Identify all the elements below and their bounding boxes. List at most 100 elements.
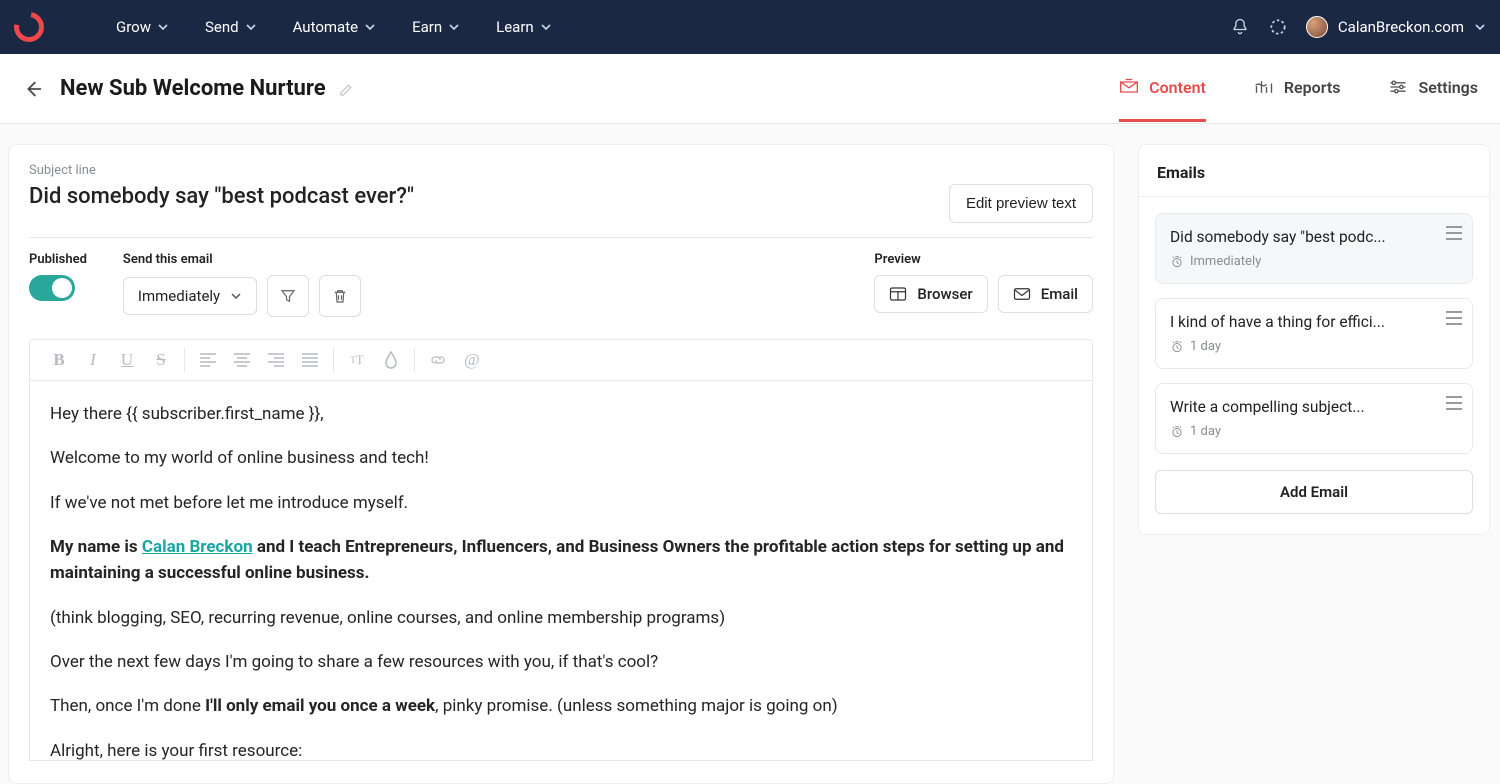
account-menu[interactable]: CalanBreckon.com xyxy=(1306,16,1486,38)
strike-button[interactable]: S xyxy=(146,345,176,375)
avatar xyxy=(1306,16,1328,38)
link-button[interactable] xyxy=(423,345,453,375)
body-paragraph: Alright, here is your first resource: xyxy=(50,738,1072,761)
clock-icon xyxy=(1170,255,1184,269)
nav-label: Learn xyxy=(496,18,534,36)
nav-right: CalanBreckon.com xyxy=(1230,16,1486,38)
reports-icon xyxy=(1254,78,1274,96)
align-center-icon xyxy=(234,353,250,367)
filter-icon xyxy=(279,287,297,305)
body-paragraph: Hey there {{ subscriber.first_name }}, xyxy=(50,401,1072,427)
tab-label: Content xyxy=(1149,78,1206,97)
nav-label: Automate xyxy=(293,18,358,36)
preview-email-label: Email xyxy=(1041,285,1078,303)
account-name: CalanBreckon.com xyxy=(1338,18,1464,36)
trash-icon xyxy=(331,287,349,305)
email-body-editor[interactable]: Hey there {{ subscriber.first_name }}, W… xyxy=(29,381,1093,761)
email-card[interactable]: Did somebody say "best podc... Immediate… xyxy=(1155,213,1473,284)
edit-preview-text-button[interactable]: Edit preview text xyxy=(949,184,1093,223)
rte-toolbar: B I U S TT @ xyxy=(29,339,1093,381)
underline-button[interactable]: U xyxy=(112,345,142,375)
emails-panel: Emails Did somebody say "best podc... Im… xyxy=(1138,144,1490,535)
filter-button[interactable] xyxy=(267,275,309,317)
timing-text: 1 day xyxy=(1190,339,1221,354)
back-arrow-icon[interactable] xyxy=(22,78,44,100)
author-link[interactable]: Calan Breckon xyxy=(142,537,253,557)
nav-learn[interactable]: Learn xyxy=(496,18,552,36)
add-email-button[interactable]: Add Email xyxy=(1155,470,1473,514)
email-card-title: I kind of have a thing for effici... xyxy=(1170,313,1400,331)
clock-icon xyxy=(1170,425,1184,439)
italic-button[interactable]: I xyxy=(78,345,108,375)
preview-label: Preview xyxy=(874,252,1093,267)
email-card-timing: Immediately xyxy=(1170,254,1458,269)
delete-button[interactable] xyxy=(319,275,361,317)
toggle-knob xyxy=(52,278,72,298)
timing-text: 1 day xyxy=(1190,424,1221,439)
preview-browser-label: Browser xyxy=(917,285,972,303)
progress-ring-icon[interactable] xyxy=(1268,17,1288,37)
drag-handle-icon[interactable] xyxy=(1446,226,1462,240)
email-card[interactable]: I kind of have a thing for effici... 1 d… xyxy=(1155,298,1473,369)
main-area: Subject line Did somebody say "best podc… xyxy=(0,124,1500,784)
nav-send[interactable]: Send xyxy=(205,18,257,36)
align-left-icon xyxy=(200,353,216,367)
body-paragraph: (think blogging, SEO, recurring revenue,… xyxy=(50,605,1072,631)
tab-settings[interactable]: Settings xyxy=(1388,56,1478,122)
align-right-icon xyxy=(268,353,284,367)
pencil-icon[interactable] xyxy=(338,80,356,98)
text: , pinky promise. (unless something major… xyxy=(435,696,838,716)
content-icon xyxy=(1119,78,1139,96)
bold-button[interactable]: B xyxy=(44,345,74,375)
send-label: Send this email xyxy=(123,252,361,267)
nav-automate[interactable]: Automate xyxy=(293,18,376,36)
logo-icon xyxy=(8,6,50,48)
subject-label: Subject line xyxy=(29,163,1093,178)
chevron-down-icon xyxy=(1474,21,1486,33)
chevron-down-icon xyxy=(245,21,257,33)
controls-row: Published Send this email Immediately Pr… xyxy=(29,252,1093,317)
chevron-down-icon xyxy=(364,21,376,33)
timing-text: Immediately xyxy=(1190,254,1261,269)
tab-label: Reports xyxy=(1284,78,1341,97)
nav-label: Send xyxy=(205,18,239,36)
published-label: Published xyxy=(29,252,87,267)
clear-format-button[interactable]: TT xyxy=(342,345,372,375)
tab-content[interactable]: Content xyxy=(1119,56,1206,122)
preview-browser-button[interactable]: Browser xyxy=(874,275,987,313)
nav-label: Grow xyxy=(116,18,151,36)
color-button[interactable] xyxy=(376,345,406,375)
email-card[interactable]: Write a compelling subject... 1 day xyxy=(1155,383,1473,454)
published-toggle[interactable] xyxy=(29,275,75,301)
body-paragraph: My name is Calan Breckon and I teach Ent… xyxy=(50,534,1072,587)
clock-icon xyxy=(1170,340,1184,354)
text: Then, once I'm done xyxy=(50,696,205,716)
align-justify-button[interactable] xyxy=(295,345,325,375)
mention-button[interactable]: @ xyxy=(457,345,487,375)
preview-email-button[interactable]: Email xyxy=(998,275,1093,313)
bold-text: I'll only email you once a week xyxy=(205,696,435,716)
chevron-down-icon xyxy=(540,21,552,33)
chevron-down-icon xyxy=(157,21,169,33)
align-justify-icon xyxy=(302,353,318,367)
bell-icon[interactable] xyxy=(1230,17,1250,37)
drag-handle-icon[interactable] xyxy=(1446,311,1462,325)
email-list: Did somebody say "best podc... Immediate… xyxy=(1139,197,1489,454)
align-center-button[interactable] xyxy=(227,345,257,375)
nav-grow[interactable]: Grow xyxy=(116,18,169,36)
align-right-button[interactable] xyxy=(261,345,291,375)
align-left-button[interactable] xyxy=(193,345,223,375)
tab-reports[interactable]: Reports xyxy=(1254,56,1341,122)
text: My name is xyxy=(50,537,142,557)
chevron-down-icon xyxy=(448,21,460,33)
timing-select[interactable]: Immediately xyxy=(123,277,257,315)
browser-icon xyxy=(889,286,907,302)
nav-label: Earn xyxy=(412,18,442,36)
email-card-timing: 1 day xyxy=(1170,339,1458,354)
link-icon xyxy=(429,351,447,369)
nav-earn[interactable]: Earn xyxy=(412,18,460,36)
drag-handle-icon[interactable] xyxy=(1446,396,1462,410)
tab-label: Settings xyxy=(1418,78,1478,97)
body-paragraph: Over the next few days I'm going to shar… xyxy=(50,649,1072,675)
subject-line[interactable]: Did somebody say "best podcast ever?" xyxy=(29,184,949,209)
